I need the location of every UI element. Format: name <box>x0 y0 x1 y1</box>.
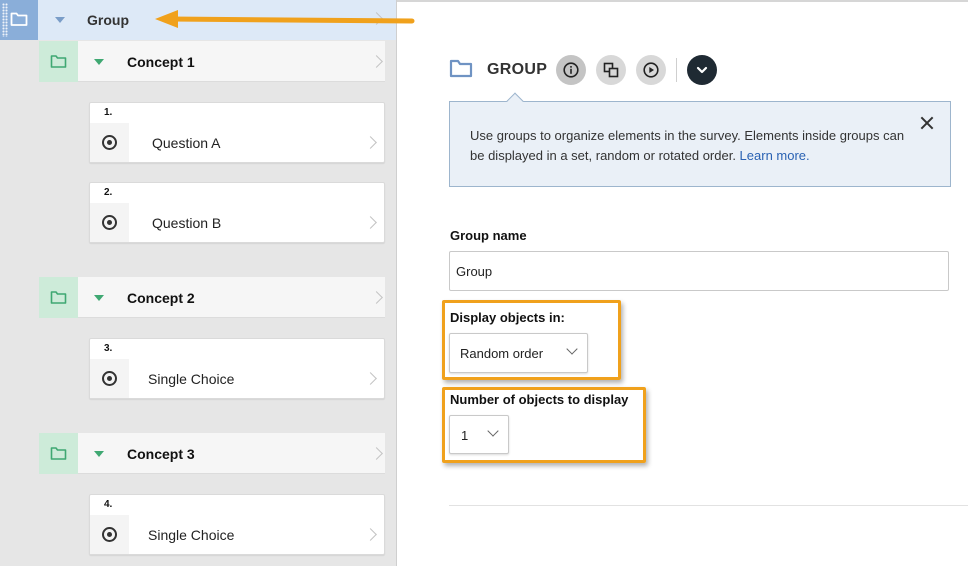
question-number: 2. <box>104 187 113 198</box>
info-icon <box>563 62 579 78</box>
question-number: 4. <box>104 499 113 510</box>
collapse-caret-icon[interactable] <box>55 17 65 23</box>
group-name-label: Group name <box>450 228 527 243</box>
radio-button-icon <box>102 371 117 386</box>
concept-icon-cell <box>39 433 78 474</box>
group-editor-panel: GROUP Use groups to organize elements in… <box>397 0 968 566</box>
more-options-button[interactable] <box>687 55 717 85</box>
tree-concept-row[interactable]: Concept 1 <box>39 41 385 82</box>
radio-button-icon <box>102 135 117 150</box>
group-icon-cell <box>0 0 38 40</box>
chevron-down-icon <box>566 343 578 355</box>
question-number: 3. <box>104 343 113 354</box>
chevron-down-icon <box>487 425 499 437</box>
question-label: Single Choice <box>148 527 235 543</box>
question-card[interactable]: 1. Question A <box>89 102 385 163</box>
folder-icon <box>50 55 67 68</box>
info-panel: Use groups to organize elements in the s… <box>449 101 951 187</box>
folder-icon <box>50 291 67 304</box>
collapse-caret-icon[interactable] <box>94 451 104 457</box>
drag-handle-icon[interactable] <box>2 3 8 37</box>
question-row[interactable]: Single Choice <box>90 515 384 554</box>
preview-icon <box>643 62 659 78</box>
num-objects-label: Number of objects to display <box>450 392 629 407</box>
concept-label: Concept 3 <box>127 446 195 462</box>
toolbar-separator <box>676 58 677 82</box>
radio-button-icon <box>102 527 117 542</box>
concept-label: Concept 1 <box>127 54 195 70</box>
chevron-right-icon[interactable] <box>370 447 383 460</box>
question-label: Question B <box>152 215 222 231</box>
question-card[interactable]: 3. Single Choice <box>89 338 385 399</box>
preview-button[interactable] <box>636 55 666 85</box>
tree-concept-row[interactable]: Concept 2 <box>39 277 385 318</box>
radio-button-icon <box>102 215 117 230</box>
close-icon[interactable] <box>920 116 934 130</box>
group-name-input[interactable] <box>449 251 949 291</box>
chevron-right-icon[interactable] <box>364 528 377 541</box>
num-objects-dropdown[interactable]: 1 <box>449 415 509 454</box>
concept-label: Concept 2 <box>127 290 195 306</box>
question-type-cell <box>90 203 129 242</box>
survey-tree-panel: Group Concept 1 1. Question A 2. Questio… <box>0 0 397 566</box>
folder-icon <box>50 447 67 460</box>
display-objects-label: Display objects in: <box>450 310 565 325</box>
divider <box>449 505 968 506</box>
info-button[interactable] <box>556 55 586 85</box>
question-type-cell <box>90 123 129 162</box>
dropdown-value: 1 <box>461 428 469 443</box>
chevron-right-icon[interactable] <box>370 55 383 68</box>
chevron-right-icon[interactable] <box>370 291 383 304</box>
group-label: Group <box>87 12 129 28</box>
copy-button[interactable] <box>596 55 626 85</box>
question-row[interactable]: Question A <box>90 123 384 162</box>
chevron-down-icon <box>696 66 708 74</box>
learn-more-link[interactable]: Learn more. <box>740 148 810 163</box>
question-row[interactable]: Single Choice <box>90 359 384 398</box>
tree-group-row[interactable]: Group <box>0 0 396 40</box>
concept-icon-cell <box>39 277 78 318</box>
folder-icon <box>10 12 28 26</box>
question-type-cell <box>90 515 129 554</box>
tree-concept-row[interactable]: Concept 3 <box>39 433 385 474</box>
question-type-cell <box>90 359 129 398</box>
question-row[interactable]: Question B <box>90 203 384 242</box>
question-card[interactable]: 4. Single Choice <box>89 494 385 555</box>
divider <box>397 0 968 2</box>
collapse-caret-icon[interactable] <box>94 59 104 65</box>
info-text: Use groups to organize elements in the s… <box>470 126 915 166</box>
question-number: 1. <box>104 107 113 118</box>
copy-icon <box>603 62 619 78</box>
chevron-right-icon[interactable] <box>364 216 377 229</box>
question-card[interactable]: 2. Question B <box>89 182 385 243</box>
info-message: Use groups to organize elements in the s… <box>470 128 905 163</box>
collapse-caret-icon[interactable] <box>94 295 104 301</box>
chevron-right-icon[interactable] <box>364 372 377 385</box>
app-root: Group Concept 1 1. Question A 2. Questio… <box>0 0 968 566</box>
page-title: GROUP <box>487 61 548 78</box>
concept-icon-cell <box>39 41 78 82</box>
chevron-right-icon[interactable] <box>364 136 377 149</box>
question-label: Question A <box>152 135 221 151</box>
folder-icon <box>449 59 473 78</box>
chevron-right-icon[interactable] <box>370 12 383 25</box>
question-label: Single Choice <box>148 371 235 387</box>
display-order-dropdown[interactable]: Random order <box>449 333 588 373</box>
dropdown-value: Random order <box>460 346 544 361</box>
